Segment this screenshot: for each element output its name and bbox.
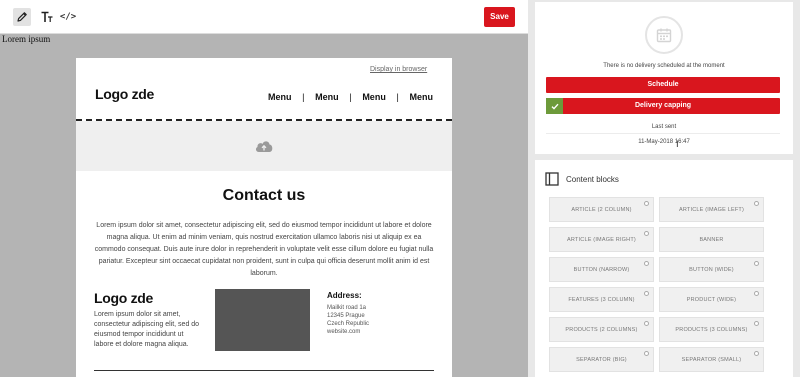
block-info-icon[interactable] xyxy=(754,261,759,266)
nav-item-menu[interactable]: Menu xyxy=(268,92,292,102)
address-label[interactable]: Address: xyxy=(327,291,362,300)
block-tile[interactable]: ARTICLE (IMAGE LEFT) xyxy=(659,197,764,222)
calendar-icon xyxy=(645,16,683,54)
check-icon xyxy=(546,98,563,114)
block-tile-label: SEPARATOR (BIG) xyxy=(576,356,627,363)
save-button[interactable]: Save xyxy=(484,7,515,27)
footer-image[interactable] xyxy=(215,289,310,351)
preheader-text[interactable]: Lorem ipsum xyxy=(2,34,50,44)
pencil-icon[interactable] xyxy=(13,8,31,26)
block-info-icon[interactable] xyxy=(644,231,649,236)
block-tile-label: BUTTON (WIDE) xyxy=(689,266,734,273)
address-line: 12345 Prague xyxy=(327,313,365,319)
nav-item-menu[interactable]: Menu xyxy=(315,92,339,102)
footer-logo[interactable]: Logo zde xyxy=(94,290,153,306)
email-template: Display in browser Logo zde Menu | Menu … xyxy=(76,58,452,377)
nav-item-menu[interactable]: Menu xyxy=(409,92,433,102)
content-blocks-grid: ARTICLE (2 COLUMN) ARTICLE (IMAGE LEFT) … xyxy=(549,197,764,372)
email-canvas: Lorem ipsum Display in browser Logo zde … xyxy=(0,34,528,377)
address-line: Mailkit road 1a xyxy=(327,305,367,311)
block-tile-label: PRODUCTS (3 COLUMNS) xyxy=(675,326,748,333)
block-tile-label: PRODUCT (WIDE) xyxy=(686,296,737,303)
nav-separator: | xyxy=(302,92,305,102)
block-tile[interactable]: SEPARATOR (SMALL) xyxy=(659,347,764,372)
block-tile[interactable]: BUTTON (WIDE) xyxy=(659,257,764,282)
block-tile[interactable]: PRODUCTS (3 COLUMNS) xyxy=(659,317,764,342)
block-info-icon[interactable] xyxy=(644,291,649,296)
footer-divider xyxy=(94,370,434,371)
address-line: website.com xyxy=(327,329,361,335)
block-info-icon[interactable] xyxy=(644,201,649,206)
schedule-button[interactable]: Schedule xyxy=(546,77,780,93)
no-delivery-message: There is no delivery scheduled at the mo… xyxy=(603,63,725,69)
block-tile-label: SEPARATOR (SMALL) xyxy=(681,356,742,363)
block-tile[interactable]: SEPARATOR (BIG) xyxy=(549,347,654,372)
book-icon xyxy=(545,172,559,186)
last-sent-divider xyxy=(546,133,780,134)
delivery-panel: There is no delivery scheduled at the mo… xyxy=(535,2,793,154)
nav-item-menu[interactable]: Menu xyxy=(362,92,386,102)
block-info-icon[interactable] xyxy=(754,321,759,326)
block-tile-label: ARTICLE (IMAGE LEFT) xyxy=(678,206,745,213)
text-cursor-icon: I xyxy=(676,140,679,150)
block-tile[interactable]: ARTICLE (IMAGE RIGHT) xyxy=(549,227,654,252)
footer-paragraph[interactable]: Lorem ipsum dolor sit amet, consectetur … xyxy=(94,310,200,350)
typography-icon[interactable] xyxy=(38,8,56,26)
block-tile[interactable]: PRODUCTS (2 COLUMNS) xyxy=(549,317,654,342)
code-icon[interactable]: </> xyxy=(60,8,76,26)
address-lines[interactable]: Mailkit road 1a 12345 Prague Czech Repub… xyxy=(327,304,369,336)
content-blocks-panel: Content blocks ARTICLE (2 COLUMN) ARTICL… xyxy=(535,160,793,377)
nav-separator: | xyxy=(396,92,399,102)
block-info-icon[interactable] xyxy=(644,321,649,326)
contact-paragraph[interactable]: Lorem ipsum dolor sit amet, consectetur … xyxy=(92,220,436,280)
last-sent-date: 11-May-2018 16:47 xyxy=(638,139,690,145)
block-tile-label: ARTICLE (2 COLUMN) xyxy=(571,206,632,213)
block-info-icon[interactable] xyxy=(644,261,649,266)
editor-toolbar: </> Save xyxy=(0,0,528,34)
delivery-capping-label: Delivery capping xyxy=(634,102,692,109)
block-info-icon[interactable] xyxy=(644,351,649,356)
block-tile-label: BANNER xyxy=(699,236,724,243)
block-tile[interactable]: FEATURES (3 COLUMN) xyxy=(549,287,654,312)
block-tile-label: BUTTON (NARROW) xyxy=(573,266,630,273)
delivery-capping-button[interactable]: Delivery capping xyxy=(546,98,780,114)
block-tile-label: ARTICLE (IMAGE RIGHT) xyxy=(567,236,636,243)
header-logo[interactable]: Logo zde xyxy=(95,86,154,102)
cloud-upload-icon xyxy=(255,141,273,152)
block-tile-label: FEATURES (3 COLUMN) xyxy=(568,296,635,303)
block-tile-label: PRODUCTS (2 COLUMNS) xyxy=(565,326,638,333)
block-info-icon[interactable] xyxy=(754,291,759,296)
block-info-icon[interactable] xyxy=(754,351,759,356)
content-blocks-title: Content blocks xyxy=(566,175,619,184)
block-info-icon[interactable] xyxy=(754,201,759,206)
header-nav: Menu | Menu | Menu | Menu xyxy=(268,92,433,102)
display-in-browser-link[interactable]: Display in browser xyxy=(370,66,427,73)
block-tile[interactable]: BANNER xyxy=(659,227,764,252)
image-placeholder[interactable] xyxy=(76,121,452,171)
contact-heading[interactable]: Contact us xyxy=(76,187,452,205)
block-tile[interactable]: ARTICLE (2 COLUMN) xyxy=(549,197,654,222)
last-sent-label: Last sent xyxy=(651,124,677,130)
address-line: Czech Republic xyxy=(327,321,370,327)
block-tile[interactable]: PRODUCT (WIDE) xyxy=(659,287,764,312)
nav-separator: | xyxy=(349,92,352,102)
block-tile[interactable]: BUTTON (NARROW) xyxy=(549,257,654,282)
